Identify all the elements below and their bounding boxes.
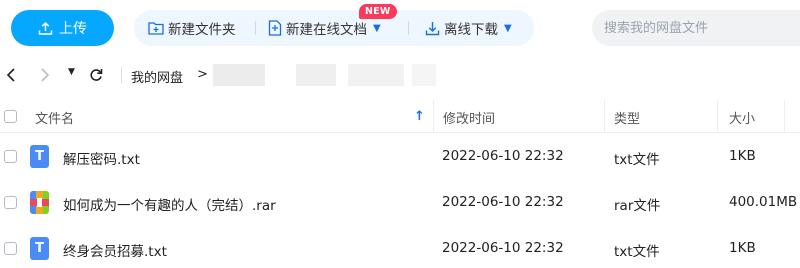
refresh-icon[interactable] bbox=[88, 66, 104, 84]
chevron-down-icon: ▼ bbox=[373, 22, 381, 34]
table-row[interactable]: T 终身会员招募.txt 2022-06-10 22:32 txt文件 1KB bbox=[0, 226, 800, 268]
column-divider[interactable] bbox=[604, 100, 605, 133]
table-row[interactable]: T 解压密码.txt 2022-06-10 22:32 txt文件 1KB bbox=[0, 134, 800, 179]
row-checkbox[interactable] bbox=[4, 150, 17, 163]
breadcrumb-root[interactable]: 我的网盘 bbox=[131, 67, 183, 86]
file-modified: 2022-06-10 22:32 bbox=[442, 148, 564, 164]
file-modified: 2022-06-10 22:32 bbox=[442, 194, 564, 210]
new-folder-button[interactable]: 新建文件夹 bbox=[148, 10, 236, 46]
column-header-type[interactable]: 类型 bbox=[614, 108, 640, 127]
new-badge: NEW bbox=[359, 4, 397, 19]
txt-file-icon: T bbox=[30, 237, 49, 260]
toolbar: 上传 新建文件夹 新建在线文档 ▼ 离线下载 ▼ NEW bbox=[0, 0, 800, 58]
rar-archive-icon bbox=[30, 191, 49, 214]
upload-label: 上传 bbox=[59, 21, 87, 37]
divider bbox=[255, 21, 256, 35]
column-divider[interactable] bbox=[717, 100, 718, 133]
navigation-bar: ▼ 我的网盘 > bbox=[0, 58, 800, 92]
file-size: 1KB bbox=[729, 240, 756, 256]
select-all-checkbox[interactable] bbox=[4, 110, 17, 123]
history-caret-down-icon[interactable]: ▼ bbox=[68, 67, 75, 77]
redacted-breadcrumb bbox=[213, 64, 265, 86]
column-header-modified[interactable]: 修改时间 bbox=[443, 108, 495, 127]
back-arrow-icon[interactable] bbox=[4, 66, 20, 84]
download-icon bbox=[425, 21, 440, 36]
file-name[interactable]: 如何成为一个有趣的人（完结）.rar bbox=[63, 194, 276, 214]
column-divider[interactable] bbox=[784, 100, 785, 133]
column-header-size[interactable]: 大小 bbox=[729, 108, 755, 127]
file-size: 400.01MB bbox=[729, 194, 798, 210]
offline-download-button[interactable]: 离线下载 ▼ bbox=[425, 10, 512, 46]
row-checkbox[interactable] bbox=[4, 242, 17, 255]
search-input[interactable] bbox=[592, 10, 800, 46]
redacted-breadcrumb bbox=[412, 64, 436, 86]
redacted-breadcrumb bbox=[348, 64, 404, 86]
new-online-doc-label: 新建在线文档 bbox=[286, 22, 367, 38]
table-header: 文件名 ↑ 修改时间 类型 大小 bbox=[0, 100, 800, 133]
file-name[interactable]: 终身会员招募.txt bbox=[63, 240, 167, 260]
action-group: 新建文件夹 新建在线文档 ▼ 离线下载 ▼ bbox=[134, 10, 534, 46]
file-size: 1KB bbox=[729, 148, 756, 164]
new-folder-icon bbox=[148, 21, 164, 35]
new-doc-icon bbox=[268, 20, 282, 36]
table-row[interactable]: 如何成为一个有趣的人（完结）.rar 2022-06-10 22:32 rar文… bbox=[0, 180, 800, 225]
file-type: txt文件 bbox=[614, 152, 660, 168]
redacted-breadcrumb bbox=[296, 64, 336, 86]
upload-icon bbox=[38, 21, 53, 36]
file-type: txt文件 bbox=[614, 244, 660, 260]
txt-file-icon: T bbox=[30, 145, 49, 168]
file-type: rar文件 bbox=[614, 198, 661, 214]
column-header-name[interactable]: 文件名 bbox=[35, 108, 74, 127]
divider bbox=[121, 67, 122, 84]
new-folder-label: 新建文件夹 bbox=[168, 22, 236, 38]
breadcrumb-separator: > bbox=[197, 67, 208, 82]
upload-button[interactable]: 上传 bbox=[11, 10, 114, 46]
offline-download-label: 离线下载 bbox=[444, 22, 498, 38]
file-name[interactable]: 解压密码.txt bbox=[63, 148, 140, 168]
column-divider[interactable] bbox=[433, 100, 434, 133]
file-modified: 2022-06-10 22:32 bbox=[442, 240, 564, 256]
chevron-down-icon: ▼ bbox=[504, 22, 512, 34]
sort-arrow-icon[interactable]: ↑ bbox=[414, 109, 425, 124]
divider bbox=[408, 21, 409, 35]
row-checkbox[interactable] bbox=[4, 196, 17, 209]
forward-arrow-icon[interactable] bbox=[37, 66, 53, 84]
